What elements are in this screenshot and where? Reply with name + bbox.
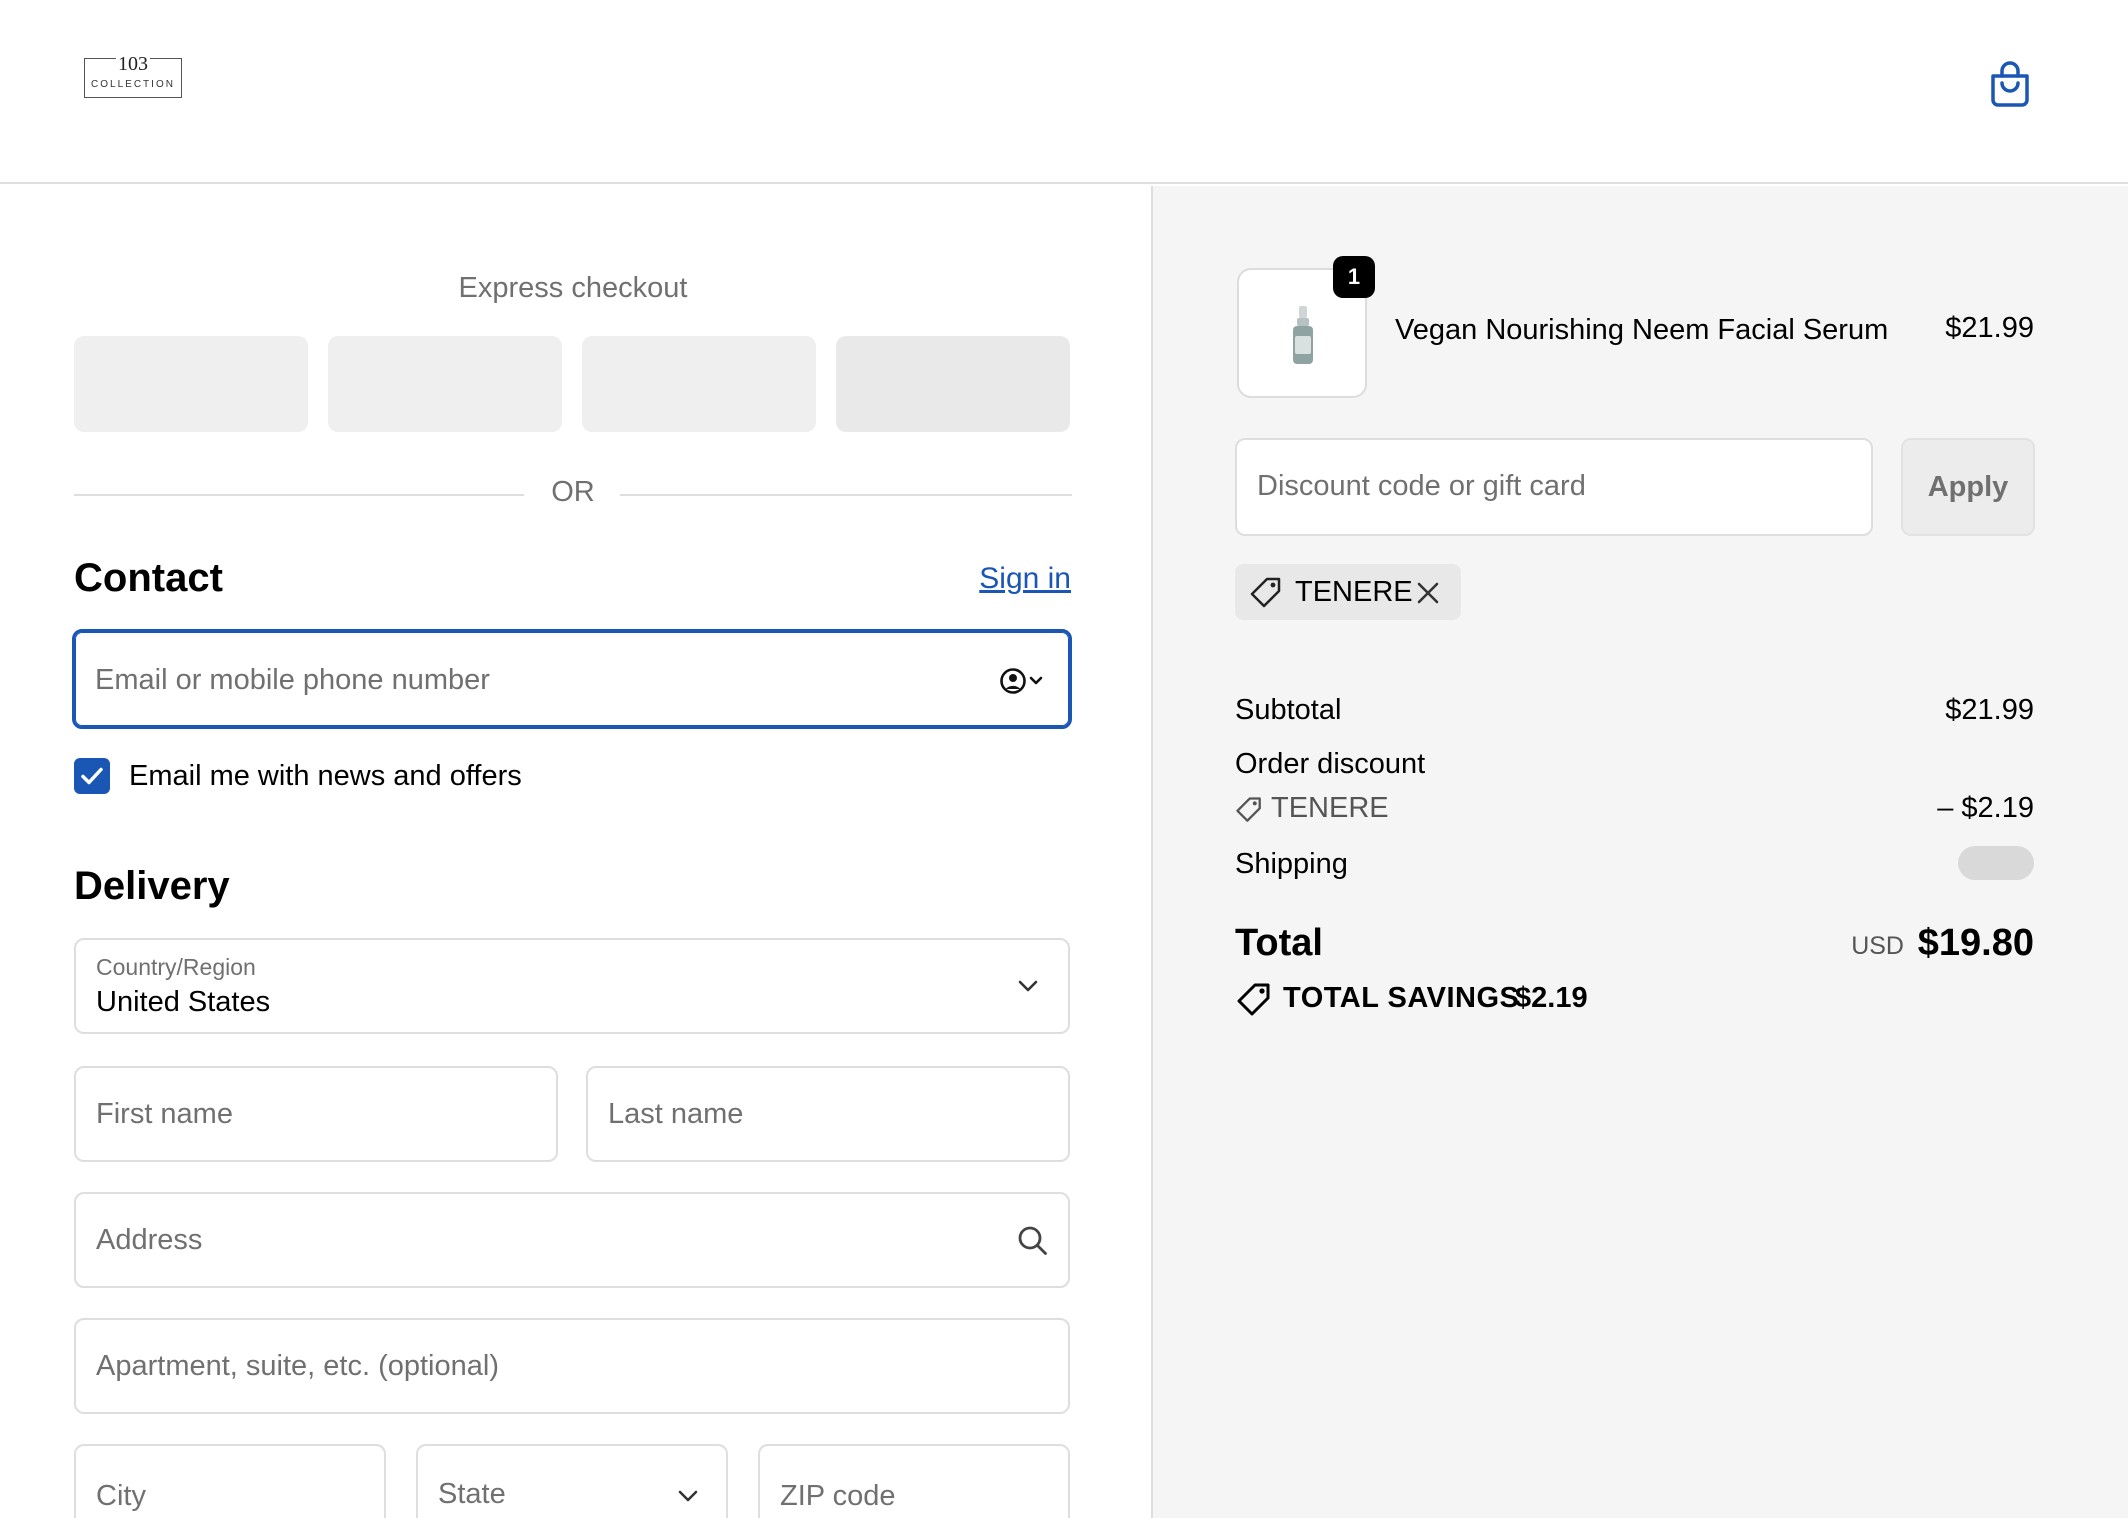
apartment-placeholder: Apartment, suite, etc. (optional) [96,1350,499,1382]
country-label: Country/Region [96,954,256,980]
apartment-field[interactable]: Apartment, suite, etc. (optional) [74,1318,1070,1414]
first-name-placeholder: First name [96,1098,233,1130]
shipping-loading-placeholder [1958,846,2034,880]
checkout-header: 103 COLLECTION [0,0,2128,184]
city-field[interactable]: City [74,1444,386,1518]
country-select[interactable]: Country/Region United States [74,938,1070,1034]
discount-placeholder: Discount code or gift card [1257,470,1586,502]
address-field[interactable]: Address [74,1192,1070,1288]
tag-icon [1250,577,1281,608]
order-discount-code: TENERE [1271,792,1389,824]
tag-icon [1236,797,1261,822]
express-pay-button-2[interactable] [328,336,562,432]
zip-field[interactable]: ZIP code [758,1444,1070,1518]
chevron-down-icon [1018,980,1038,992]
applied-discount-chip: TENERE [1235,564,1461,620]
last-name-field[interactable]: Last name [586,1066,1070,1162]
sign-in-link[interactable]: Sign in [979,562,1071,596]
logo-number: 103 [116,53,150,75]
total-label: Total [1235,922,1323,964]
checkout-form-column: Express checkout OR Contact Sign in Emai… [0,186,1151,1518]
cart-button[interactable] [1988,60,2032,108]
quantity-badge: 1 [1333,256,1375,298]
city-placeholder: City [96,1480,146,1512]
express-pay-button-3[interactable] [582,336,816,432]
order-summary-column: 1 Vegan Nourishing Neem Facial Serum $21… [1151,186,2128,1518]
savings-tag-icon [1237,983,1270,1016]
serum-bottle-icon [1293,306,1313,364]
applied-code-label: TENERE [1295,576,1413,608]
product-name: Vegan Nourishing Neem Facial Serum [1395,314,1889,346]
zip-placeholder: ZIP code [780,1480,896,1512]
subtotal-label: Subtotal [1235,694,1342,726]
newsletter-label: Email me with news and offers [129,760,522,792]
apply-discount-button[interactable]: Apply [1901,438,2035,536]
state-select[interactable]: State [416,1444,728,1518]
search-icon[interactable] [1016,1224,1050,1258]
product-price: $21.99 [1945,312,2034,344]
logo-word: COLLECTION [91,79,175,90]
total-savings-label: TOTAL SAVINGS [1283,982,1520,1014]
total-currency: USD [1851,932,1904,960]
express-pay-button-4[interactable] [836,336,1070,432]
newsletter-checkbox[interactable] [74,758,110,794]
contact-heading: Contact [74,556,223,600]
discount-code-field[interactable]: Discount code or gift card [1235,438,1873,536]
or-label: OR [551,476,595,508]
email-placeholder: Email or mobile phone number [95,664,490,696]
remove-discount-icon[interactable] [1415,580,1441,606]
shipping-label: Shipping [1235,848,1348,880]
delivery-heading: Delivery [74,864,230,908]
express-pay-button-1[interactable] [74,336,308,432]
address-placeholder: Address [96,1224,203,1256]
state-placeholder: State [438,1478,506,1510]
last-name-placeholder: Last name [608,1098,744,1130]
email-field[interactable]: Email or mobile phone number [72,629,1072,729]
order-discount-value: – $2.19 [1937,792,2034,824]
chevron-down-icon [678,1490,698,1502]
country-value: United States [96,986,271,1018]
total-value: $19.80 [1917,922,2034,964]
store-logo[interactable]: 103 COLLECTION [84,53,182,98]
shopping-bag-icon [1991,61,2029,107]
first-name-field[interactable]: First name [74,1066,558,1162]
account-chevron-icon[interactable] [999,666,1047,696]
total-savings-value: $2.19 [1515,982,1588,1014]
express-checkout-title: Express checkout [458,272,688,304]
order-discount-label: Order discount [1235,748,1426,780]
subtotal-value: $21.99 [1945,694,2034,726]
or-divider: OR [74,476,1072,512]
checkmark-icon [81,767,103,785]
